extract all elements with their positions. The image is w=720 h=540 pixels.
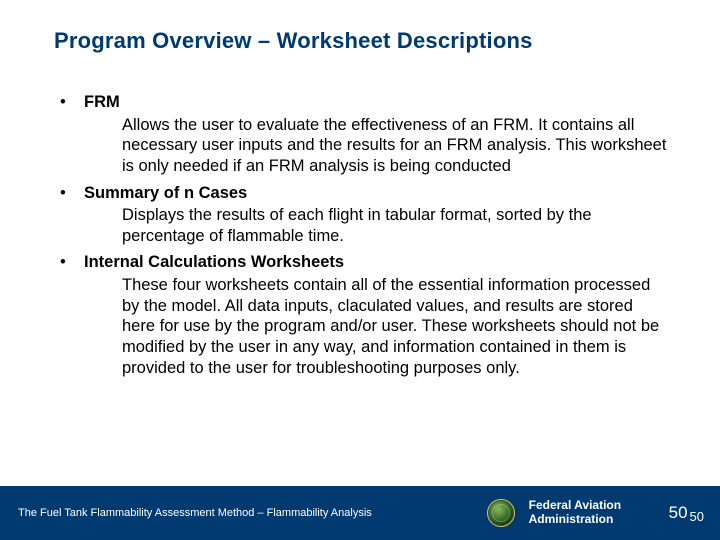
faa-seal-icon [487, 499, 515, 527]
agency-line-1: Federal Aviation [529, 498, 621, 512]
agency-name: Federal Aviation Administration [529, 499, 639, 527]
bullet-marker: • [60, 252, 84, 273]
bullet-item: • FRM [60, 92, 670, 113]
page-number-sub: 50 [690, 509, 704, 524]
bullet-heading: Summary of n Cases [84, 183, 247, 204]
bullet-body: Allows the user to evaluate the effectiv… [122, 115, 670, 177]
bullet-heading: FRM [84, 92, 120, 113]
bullet-item: • Internal Calculations Worksheets [60, 252, 670, 273]
bullet-marker: • [60, 92, 84, 113]
bullet-body: Displays the results of each flight in t… [122, 205, 670, 246]
slide-footer: The Fuel Tank Flammability Assessment Me… [0, 486, 720, 540]
slide: Program Overview – Worksheet Description… [0, 0, 720, 540]
footer-title: The Fuel Tank Flammability Assessment Me… [18, 507, 487, 519]
bullet-marker: • [60, 183, 84, 204]
bullet-body: These four worksheets contain all of the… [122, 275, 670, 378]
bullet-heading: Internal Calculations Worksheets [84, 252, 344, 273]
page-number: 50 [669, 503, 688, 523]
slide-title: Program Overview – Worksheet Description… [54, 28, 680, 54]
agency-line-2: Administration [529, 512, 614, 526]
slide-content: • FRM Allows the user to evaluate the ef… [60, 92, 670, 384]
bullet-item: • Summary of n Cases [60, 183, 670, 204]
